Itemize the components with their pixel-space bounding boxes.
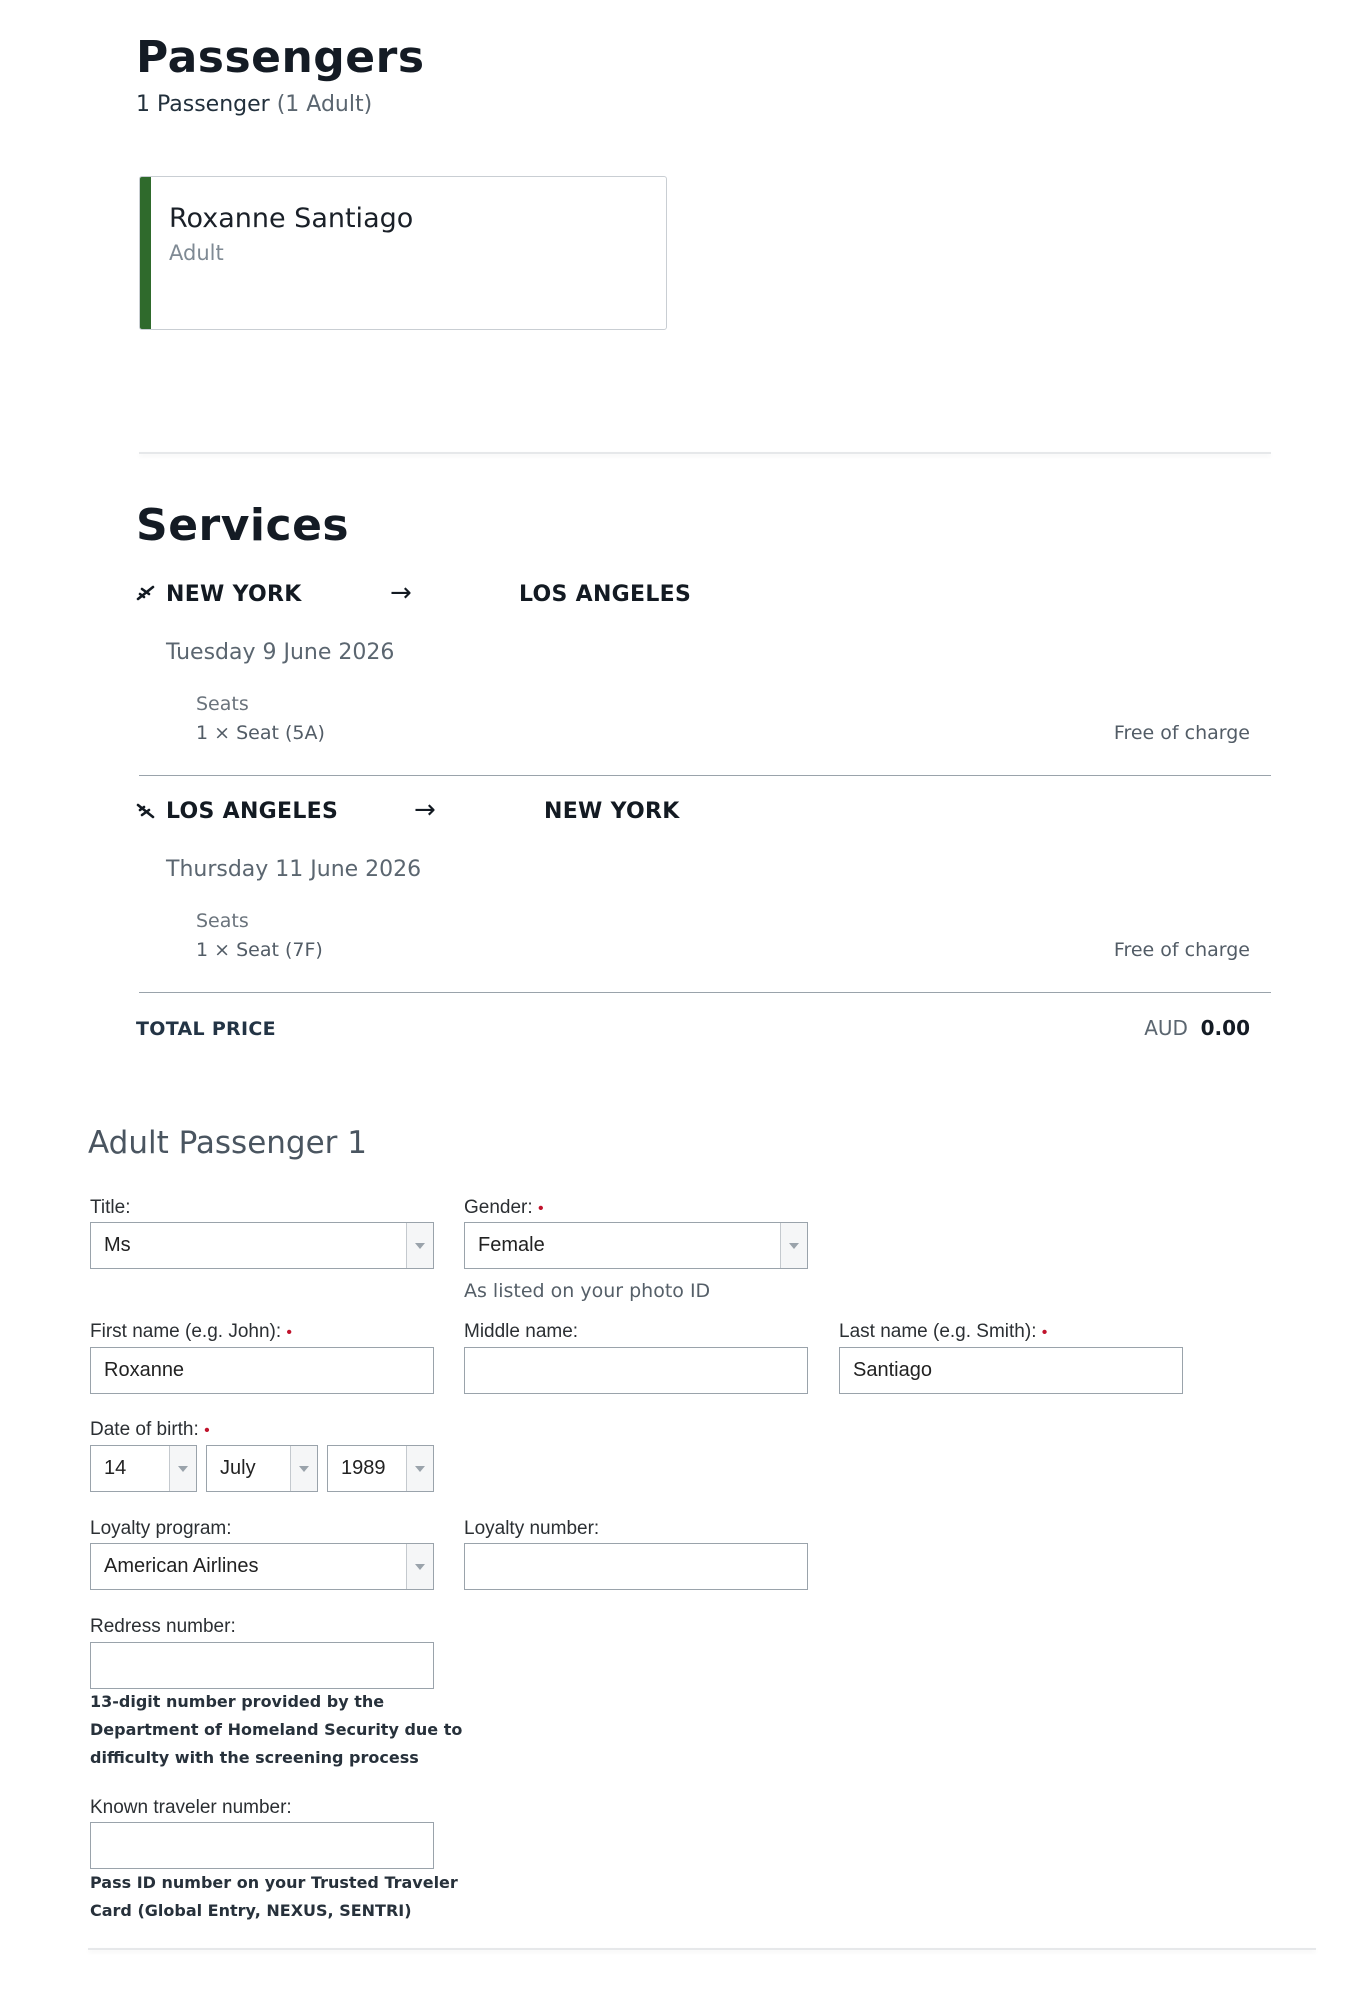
dob-month-value: July — [220, 1457, 256, 1479]
currency: AUD — [1144, 1016, 1188, 1040]
departure-plane-icon — [136, 583, 156, 609]
flight-1-origin: NEW YORK — [166, 582, 302, 607]
section-divider — [139, 452, 1271, 454]
gender-label-text: Gender: — [464, 1197, 533, 1218]
title-label: Title: — [90, 1197, 131, 1218]
passenger-count-text: 1 Passenger — [136, 92, 270, 117]
flight-1-seats-label: Seats — [196, 693, 249, 715]
title-select[interactable]: Ms — [90, 1222, 434, 1269]
passenger-type: Adult — [169, 241, 224, 265]
last-name-label-text: Last name (e.g. Smith): — [839, 1321, 1037, 1342]
gender-label: Gender: • — [464, 1197, 544, 1219]
form-divider — [88, 1948, 1316, 1950]
chevron-down-icon — [415, 1466, 425, 1472]
form-heading: Adult Passenger 1 — [88, 1125, 367, 1161]
known-traveler-label: Known traveler number: — [90, 1797, 292, 1818]
dob-month-select[interactable]: July — [206, 1445, 318, 1492]
loyalty-program-label: Loyalty program: — [90, 1518, 232, 1539]
chevron-down-icon — [415, 1243, 425, 1249]
flight-1-date: Tuesday 9 June 2026 — [166, 640, 395, 665]
flight-1-seat: 1 × Seat (5A) — [196, 722, 325, 744]
known-traveler-note-line: Card (Global Entry, NEXUS, SENTRI) — [90, 1901, 412, 1920]
flight-2-destination: NEW YORK — [544, 799, 680, 824]
passenger-name: Roxanne Santiago — [169, 203, 414, 234]
dropdown-button[interactable] — [406, 1446, 433, 1491]
total-price: AUD 0.00 — [1030, 1016, 1250, 1040]
first-name-label: First name (e.g. John): • — [90, 1321, 292, 1343]
required-marker: • — [204, 1422, 210, 1439]
selected-indicator — [140, 177, 151, 329]
loyalty-number-input[interactable] — [464, 1543, 808, 1590]
redress-note-line: Department of Homeland Security due to — [90, 1720, 463, 1739]
total-price-value: 0.00 — [1200, 1016, 1250, 1040]
redress-input[interactable] — [90, 1642, 434, 1689]
redress-note-line: difficulty with the screening process — [90, 1748, 419, 1767]
flight-2-seat: 1 × Seat (7F) — [196, 939, 323, 961]
arrow-right-icon: → — [390, 578, 412, 608]
dropdown-button[interactable] — [406, 1223, 433, 1268]
arrow-right-icon: → — [414, 795, 436, 825]
gender-select[interactable]: Female — [464, 1222, 808, 1269]
dropdown-button[interactable] — [169, 1446, 196, 1491]
required-marker: • — [1041, 1324, 1048, 1341]
dropdown-button[interactable] — [406, 1544, 433, 1589]
first-name-input[interactable]: Roxanne — [90, 1347, 434, 1394]
middle-name-input[interactable] — [464, 1347, 808, 1394]
dob-label: Date of birth: • — [90, 1419, 210, 1441]
flight-2-origin: LOS ANGELES — [166, 799, 339, 824]
gender-value: Female — [478, 1234, 545, 1256]
flight-2-date: Thursday 11 June 2026 — [166, 857, 422, 882]
dob-year-select[interactable]: 1989 — [327, 1445, 434, 1492]
dob-label-text: Date of birth: — [90, 1419, 199, 1440]
flight-2-price: Free of charge — [1113, 939, 1250, 961]
required-marker: • — [537, 1200, 544, 1217]
chevron-down-icon — [299, 1466, 309, 1472]
flight-1-destination: LOS ANGELES — [519, 582, 692, 607]
flight-1-price: Free of charge — [1113, 722, 1250, 744]
dropdown-button[interactable] — [780, 1223, 807, 1268]
first-name-label-text: First name (e.g. John): — [90, 1321, 282, 1342]
known-traveler-note: Pass ID number on your Trusted Traveler … — [90, 1869, 458, 1925]
flight-divider — [139, 775, 1271, 776]
dropdown-button[interactable] — [290, 1446, 317, 1491]
redress-label: Redress number: — [90, 1616, 236, 1637]
photo-id-hint: As listed on your photo ID — [464, 1280, 711, 1302]
title-value: Ms — [104, 1234, 131, 1256]
dob-year-value: 1989 — [341, 1457, 386, 1479]
total-price-label: TOTAL PRICE — [136, 1018, 276, 1040]
middle-name-label: Middle name: — [464, 1321, 579, 1342]
total-divider — [139, 992, 1271, 993]
flight-2-seats-label: Seats — [196, 910, 249, 932]
chevron-down-icon — [178, 1466, 188, 1472]
last-name-input[interactable]: Santiago — [839, 1347, 1183, 1394]
return-plane-icon — [136, 801, 156, 827]
redress-note-line: 13-digit number provided by the — [90, 1692, 385, 1711]
known-traveler-note-line: Pass ID number on your Trusted Traveler — [90, 1873, 458, 1892]
loyalty-program-value: American Airlines — [104, 1555, 259, 1577]
passenger-card[interactable]: Roxanne Santiago Adult — [139, 176, 667, 330]
redress-note: 13-digit number provided by the Departme… — [90, 1688, 462, 1772]
services-heading: Services — [136, 500, 350, 551]
chevron-down-icon — [415, 1564, 425, 1570]
passengers-heading: Passengers — [136, 32, 425, 83]
required-marker: • — [286, 1324, 293, 1341]
known-traveler-input[interactable] — [90, 1822, 434, 1869]
loyalty-program-select[interactable]: American Airlines — [90, 1543, 434, 1590]
chevron-down-icon — [789, 1243, 799, 1249]
loyalty-number-label: Loyalty number: — [464, 1518, 600, 1539]
dob-day-value: 14 — [104, 1457, 127, 1479]
last-name-label: Last name (e.g. Smith): • — [839, 1321, 1047, 1343]
dob-day-select[interactable]: 14 — [90, 1445, 197, 1492]
passenger-count-detail: (1 Adult) — [276, 92, 373, 117]
passenger-count: 1 Passenger (1 Adult) — [136, 92, 372, 117]
